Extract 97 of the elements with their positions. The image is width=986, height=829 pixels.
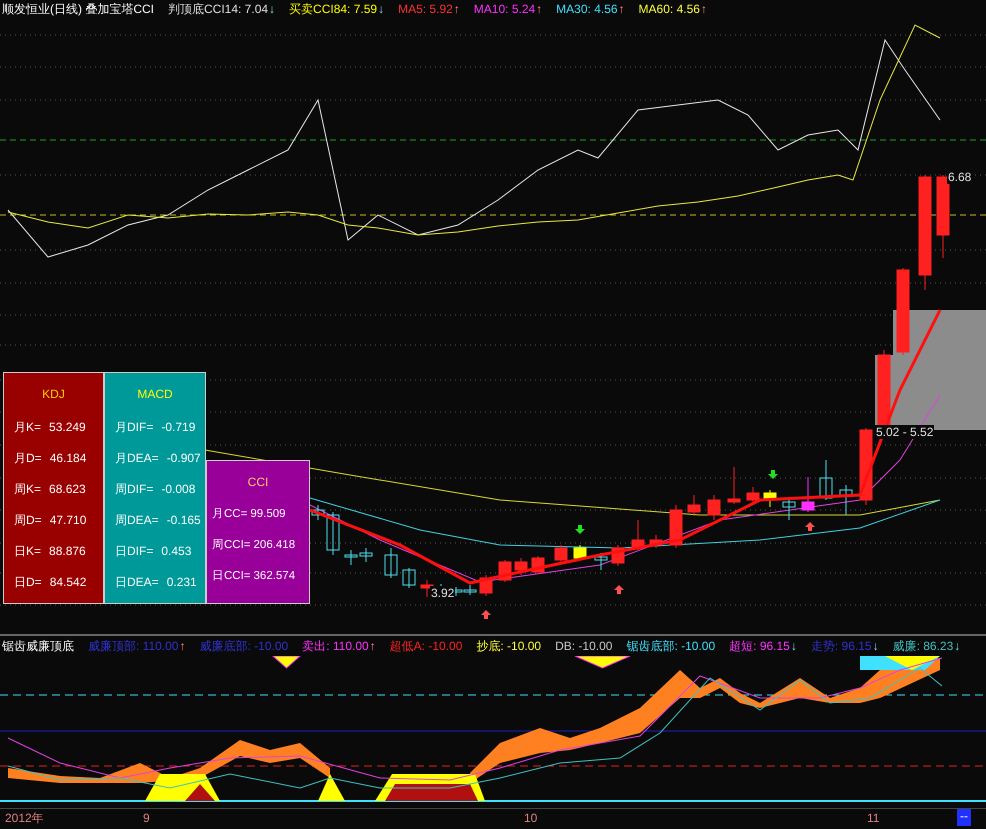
indicator-label: 威廉: 86.23 [892, 638, 954, 655]
price-label: 5.02 - 5.52 [875, 425, 934, 439]
indicator-label: DB: -10.00 [555, 638, 612, 655]
arrow-icon: ↓ [269, 0, 276, 18]
arrow-icon: ↑ [618, 0, 625, 18]
indicator-label: 威廉顶部: 110.00 [88, 638, 178, 655]
candlestick [670, 504, 682, 548]
down-arrow-icon [575, 525, 585, 534]
axis-label: 9 [143, 810, 150, 826]
axis-marker: -- [957, 809, 971, 826]
row-label: 月D= [14, 450, 42, 466]
row-label: 月CC= [212, 506, 248, 522]
panel-title: MACD [136, 386, 174, 403]
row-value: 206.418 [254, 538, 296, 553]
axis-label: 10 [524, 810, 538, 826]
row-value: 99.509 [250, 506, 286, 522]
candlestick [708, 494, 720, 520]
panel-title: CCI [246, 474, 270, 491]
candlestick [820, 460, 832, 500]
candlestick [632, 520, 644, 550]
axis-label: 2012年 [5, 810, 44, 826]
row-label: 日DEA= [115, 574, 159, 590]
candlestick [782, 500, 796, 520]
row-value: 0.453 [161, 542, 192, 560]
row-value: 53.249 [49, 418, 86, 436]
panel-title: KDJ [41, 386, 66, 403]
indicator-label: 超短: 96.15 [729, 638, 790, 655]
row-label: 日CCI= [212, 568, 251, 584]
row-value: -0.719 [161, 418, 196, 436]
arrow-icon: ↓ [954, 636, 960, 656]
indicator-label: 锯齿底部: -10.00 [626, 638, 716, 655]
chart-title: 顺发恒业(日线) 叠加宝塔CCI [2, 1, 154, 18]
row-value: 46.184 [50, 450, 86, 466]
row-value: 84.542 [50, 574, 86, 590]
candlestick [594, 552, 608, 570]
up-arrow-icon [614, 585, 624, 594]
candlestick [688, 494, 700, 516]
arrow-icon: ↑ [454, 0, 460, 18]
arrow-icon: ↑ [700, 0, 707, 18]
arrow-icon: ↑ [370, 636, 376, 656]
up-arrow-icon [481, 610, 491, 619]
axis-label: 11 [867, 810, 880, 826]
row-label: 日K= [14, 542, 42, 560]
chart-title: 锯齿威廉顶底 [2, 638, 74, 655]
row-label: 周DIF= [115, 480, 154, 498]
indicator-label: 买卖CCI84: 7.59 [289, 1, 378, 18]
indicator-label: MA5: 5.92 [398, 1, 453, 18]
arrow-icon: ↓ [790, 636, 797, 656]
row-value: 68.623 [49, 480, 86, 498]
down-arrow-icon [768, 470, 778, 479]
row-label: 周K= [14, 480, 42, 498]
row-value: 47.710 [50, 512, 86, 528]
candlestick [764, 490, 776, 508]
row-label: 周CCI= [212, 538, 251, 553]
candlestick [650, 534, 662, 548]
candlestick [402, 568, 416, 588]
arrow-icon: ↓ [378, 0, 384, 18]
candlestick [514, 558, 528, 576]
candlestick [360, 548, 372, 562]
row-label: 月DIF= [115, 418, 154, 436]
candlestick [344, 550, 358, 566]
candlestick [326, 512, 340, 556]
row-label: 月K= [14, 418, 42, 436]
candlestick [554, 544, 568, 562]
candlestick [312, 504, 324, 520]
candlestick [728, 466, 740, 504]
arrow-icon: ↑ [179, 636, 186, 656]
indicator-label: MA30: 4.56 [556, 1, 618, 18]
row-label: 月DEA= [115, 450, 159, 466]
row-value: 88.876 [49, 542, 86, 560]
indicator-label: MA60: 4.56 [638, 1, 700, 18]
row-value: -0.008 [161, 480, 196, 498]
row-value: 0.231 [166, 574, 197, 590]
candlestick [464, 584, 476, 596]
indicator-label: MA10: 5.24 [474, 1, 536, 18]
candlestick [840, 484, 852, 516]
indicator-label: 抄底: -10.00 [476, 638, 542, 655]
indicator-label: 走势: 96.15 [810, 638, 872, 655]
row-label: 日D= [14, 574, 42, 590]
row-label: 周DEA= [115, 512, 159, 528]
indicator-label: 超低A: -10.00 [390, 638, 462, 655]
arrow-icon: ↓ [872, 636, 879, 656]
row-value: -0.165 [166, 512, 201, 528]
up-arrow-icon [805, 522, 815, 531]
row-value: 362.574 [254, 568, 296, 584]
indicator-label: 威廉底部: -10.00 [199, 638, 288, 655]
candlestick [802, 476, 814, 512]
row-label: 日DIF= [115, 542, 154, 560]
arrow-icon: ↑ [536, 0, 542, 18]
candlestick [574, 544, 586, 560]
row-value: -0.907 [166, 450, 201, 466]
price-label: 6.68 [947, 170, 972, 184]
indicator-label: 判顶底CCI14: 7.04 [168, 1, 268, 18]
indicator-label: 卖出: 110.00 [302, 638, 369, 655]
price-label: 3.92 [430, 586, 456, 600]
row-label: 周D= [14, 512, 42, 528]
candlestick [384, 548, 398, 578]
